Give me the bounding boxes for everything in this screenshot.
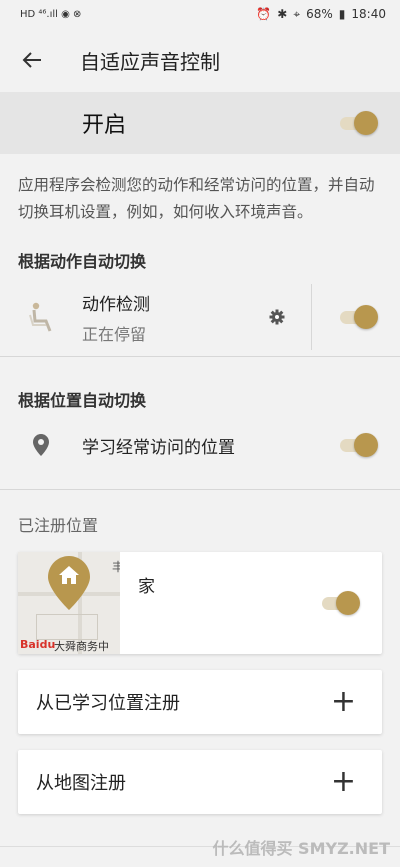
home-location-toggle[interactable] — [322, 590, 360, 616]
register-from-learned-label: 从已学习位置注册 — [36, 693, 180, 714]
alarm-icon: ⏰ — [256, 7, 272, 21]
arrow-back-icon — [22, 52, 41, 68]
back-button[interactable] — [16, 44, 48, 76]
home-pin-icon — [48, 556, 90, 610]
motion-toggle[interactable] — [340, 304, 378, 330]
register-from-map-button[interactable]: 从地图注册 + — [18, 750, 382, 814]
motion-detection-status: 正在停留 — [82, 324, 147, 344]
motion-detection-title: 动作检测 — [82, 294, 150, 315]
map-label-corner: 丰 — [112, 560, 120, 574]
map-brand: Baidu — [20, 638, 56, 651]
clock: 18:40 — [351, 7, 386, 21]
vertical-divider — [311, 284, 312, 350]
battery-percent: 68% — [306, 7, 333, 21]
status-bar: HD ⁴⁶.ıll ◉ ⊗ ⏰ ✱ ⌖ 68% ▮ 18:40 — [0, 0, 400, 28]
learn-locations-row[interactable]: 学习经常访问的位置 — [0, 415, 400, 475]
learn-locations-toggle[interactable] — [340, 432, 378, 458]
location-section-heading: 根据位置自动切换 — [18, 391, 147, 410]
motion-settings-button[interactable] — [257, 309, 297, 325]
motion-section-heading: 根据动作自动切换 — [18, 252, 147, 271]
app-bar: 自适应声音控制 — [0, 28, 400, 92]
location-icon: ⌖ — [293, 6, 301, 21]
battery-icon: ▮ — [338, 7, 346, 21]
location-pin-icon — [0, 434, 82, 456]
learn-locations-title: 学习经常访问的位置 — [82, 437, 235, 458]
motion-detection-row[interactable]: 动作检测 正在停留 — [0, 278, 400, 356]
home-location-card[interactable]: 丰 Baidu 大舜商务中 家 — [18, 552, 382, 654]
status-icons-left: HD ⁴⁶.ıll ◉ ⊗ — [20, 8, 82, 20]
registered-locations-heading: 已注册位置 — [18, 516, 99, 535]
status-left: HD ⁴⁶.ıll ◉ ⊗ — [20, 9, 81, 20]
plus-icon: + — [330, 764, 356, 799]
watermark: 什么值得买 SMYZ.NET — [212, 839, 390, 858]
home-location-name: 家 — [138, 577, 155, 597]
person-sitting-icon — [0, 301, 82, 333]
register-from-map-label: 从地图注册 — [36, 773, 126, 794]
bluetooth-icon: ✱ — [277, 7, 288, 21]
plus-icon: + — [330, 684, 356, 719]
master-toggle[interactable] — [340, 110, 378, 136]
master-switch-row[interactable]: 开启 — [0, 92, 400, 154]
register-from-learned-button[interactable]: 从已学习位置注册 + — [18, 670, 382, 734]
page-title: 自适应声音控制 — [80, 49, 220, 74]
map-place-label: 大舜商务中 — [54, 640, 109, 653]
description-text: 应用程序会检测您的动作和经常访问的位置，并自动切换耳机设置，例如，如何收入环境声… — [18, 176, 375, 221]
master-switch-label: 开启 — [82, 113, 127, 138]
gear-icon — [269, 309, 285, 325]
map-thumbnail: 丰 Baidu 大舜商务中 — [18, 552, 120, 654]
status-right: ⏰ ✱ ⌖ 68% ▮ 18:40 — [256, 7, 386, 22]
